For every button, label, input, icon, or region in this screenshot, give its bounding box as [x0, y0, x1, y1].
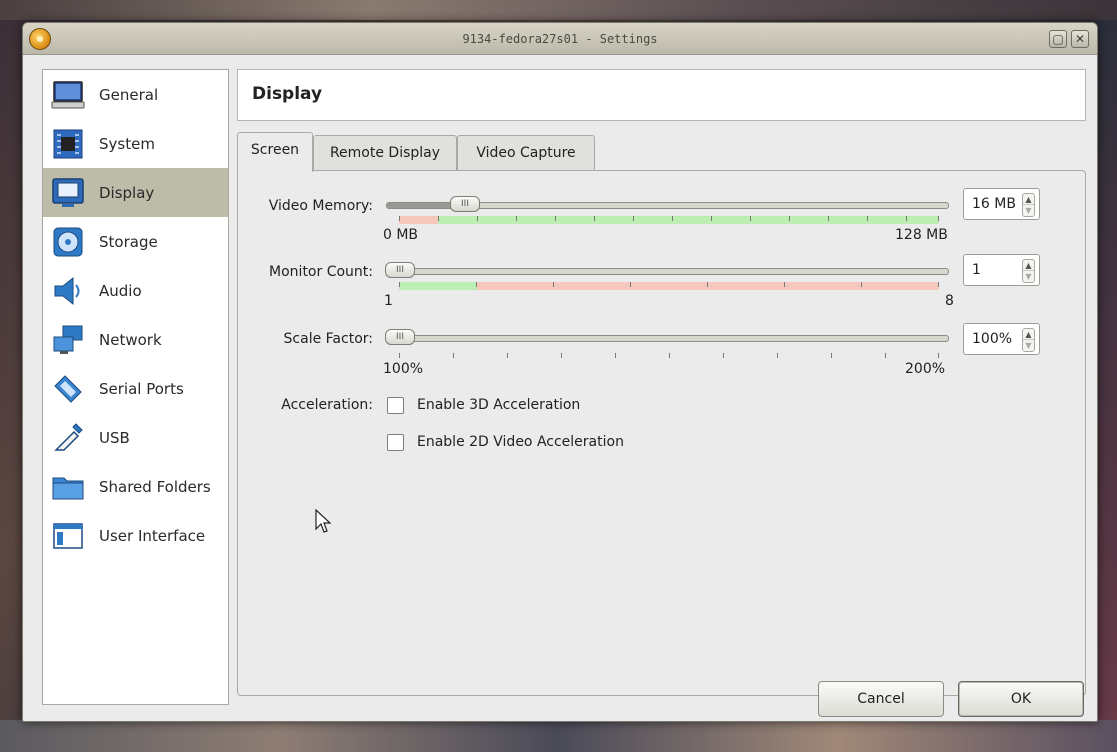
chevron-down-icon[interactable]: ▼	[1023, 271, 1034, 282]
video-memory-value[interactable]: 16 MB	[972, 196, 1016, 212]
tab-screen[interactable]: Screen	[237, 132, 313, 172]
scale-factor-min: 100%	[383, 361, 424, 377]
sidebar-item-display[interactable]: Display	[43, 168, 228, 217]
enable-2d-video-acceleration-checkbox[interactable]	[387, 434, 404, 451]
video-memory-max: 128 MB	[895, 227, 948, 243]
window-icon	[53, 522, 83, 549]
page-header: Display	[237, 69, 1086, 121]
serial-port-icon	[54, 374, 82, 403]
sidebar-item-label: Audio	[99, 281, 142, 300]
monitor-count-label: Monitor Count:	[269, 264, 373, 280]
monitor-icon	[51, 80, 85, 108]
sidebar-item-general[interactable]: General	[43, 70, 228, 119]
chevron-down-icon[interactable]: ▼	[1023, 205, 1034, 216]
settings-sidebar: General System Display Storage Audio Net…	[42, 69, 229, 705]
scale-factor-max: 200%	[905, 361, 946, 377]
video-memory-ticks	[399, 216, 939, 222]
scale-factor-label: Scale Factor:	[283, 331, 373, 347]
slider-fill	[387, 203, 458, 208]
usb-icon	[54, 422, 83, 451]
disk-icon	[53, 227, 83, 256]
sidebar-item-label: Serial Ports	[99, 379, 184, 398]
sidebar-item-label: Display	[99, 183, 155, 202]
chevron-up-icon[interactable]: ▲	[1023, 194, 1034, 205]
sidebar-item-network[interactable]: Network	[43, 315, 228, 364]
spinner[interactable]: ▲ ▼	[1022, 193, 1035, 217]
sidebar-item-label: System	[99, 134, 155, 153]
monitor-count-value[interactable]: 1	[972, 262, 981, 278]
scale-factor-slider[interactable]	[386, 335, 949, 342]
acceleration-label: Acceleration:	[281, 397, 373, 413]
mouse-cursor-icon	[315, 509, 331, 533]
sidebar-item-label: Shared Folders	[99, 477, 211, 496]
screen-tab-panel	[237, 170, 1086, 696]
monitor-count-slider-handle[interactable]: III	[385, 262, 415, 278]
speaker-icon	[54, 276, 80, 305]
folder-icon	[52, 477, 84, 499]
chevron-up-icon[interactable]: ▲	[1023, 329, 1034, 340]
network-icon	[53, 325, 83, 354]
scale-factor-value[interactable]: 100%	[972, 331, 1012, 347]
sidebar-item-audio[interactable]: Audio	[43, 266, 228, 315]
sidebar-item-user-interface[interactable]: User Interface	[43, 511, 228, 560]
sidebar-item-system[interactable]: System	[43, 119, 228, 168]
chip-icon	[53, 129, 83, 158]
sidebar-item-label: General	[99, 85, 159, 104]
enable-3d-acceleration-label[interactable]: Enable 3D Acceleration	[417, 397, 580, 413]
chevron-down-icon[interactable]: ▼	[1023, 340, 1034, 351]
scale-factor-ticks	[399, 353, 939, 359]
sidebar-item-usb[interactable]: USB	[43, 413, 228, 462]
title-bar[interactable]: 9134-fedora27s01 - Settings ▢ ✕	[23, 23, 1097, 55]
desktop-bottom	[0, 720, 1117, 752]
enable-3d-acceleration-checkbox[interactable]	[387, 397, 404, 414]
monitor-count-max: 8	[945, 293, 954, 309]
ok-button[interactable]: OK	[958, 681, 1084, 717]
sidebar-item-label: Network	[99, 330, 162, 349]
sidebar-item-label: USB	[99, 428, 130, 447]
cancel-button[interactable]: Cancel	[818, 681, 944, 717]
video-memory-min: 0 MB	[383, 227, 419, 243]
spinner[interactable]: ▲ ▼	[1022, 259, 1035, 283]
maximize-button[interactable]: ▢	[1049, 30, 1067, 48]
page-title: Display	[252, 84, 323, 104]
monitor-count-spinbox[interactable]: 1 ▲ ▼	[963, 254, 1040, 286]
tab-remote-display[interactable]: Remote Display	[313, 135, 457, 171]
display-icon	[52, 177, 84, 207]
video-memory-spinbox[interactable]: 16 MB ▲ ▼	[963, 188, 1040, 220]
window-title: 9134-fedora27s01 - Settings	[462, 32, 658, 46]
monitor-count-ticks	[399, 282, 939, 288]
monitor-count-slider[interactable]	[386, 268, 949, 275]
sidebar-item-storage[interactable]: Storage	[43, 217, 228, 266]
enable-2d-video-acceleration-label[interactable]: Enable 2D Video Acceleration	[417, 434, 624, 450]
video-memory-label: Video Memory:	[268, 198, 373, 214]
video-memory-slider-handle[interactable]: III	[450, 196, 480, 212]
chevron-up-icon[interactable]: ▲	[1023, 260, 1034, 271]
settings-window: 9134-fedora27s01 - Settings ▢ ✕ General …	[22, 22, 1098, 722]
sidebar-item-label: User Interface	[99, 526, 206, 545]
sidebar-item-serial-ports[interactable]: Serial Ports	[43, 364, 228, 413]
scale-factor-spinbox[interactable]: 100% ▲ ▼	[963, 323, 1040, 355]
tab-video-capture[interactable]: Video Capture	[457, 135, 595, 171]
monitor-count-min: 1	[384, 293, 393, 309]
scale-factor-slider-handle[interactable]: III	[385, 329, 415, 345]
spinner[interactable]: ▲ ▼	[1022, 328, 1035, 352]
sidebar-item-shared-folders[interactable]: Shared Folders	[43, 462, 228, 511]
sidebar-item-label: Storage	[99, 232, 158, 251]
close-button[interactable]: ✕	[1071, 30, 1089, 48]
desktop-top	[0, 0, 1117, 20]
